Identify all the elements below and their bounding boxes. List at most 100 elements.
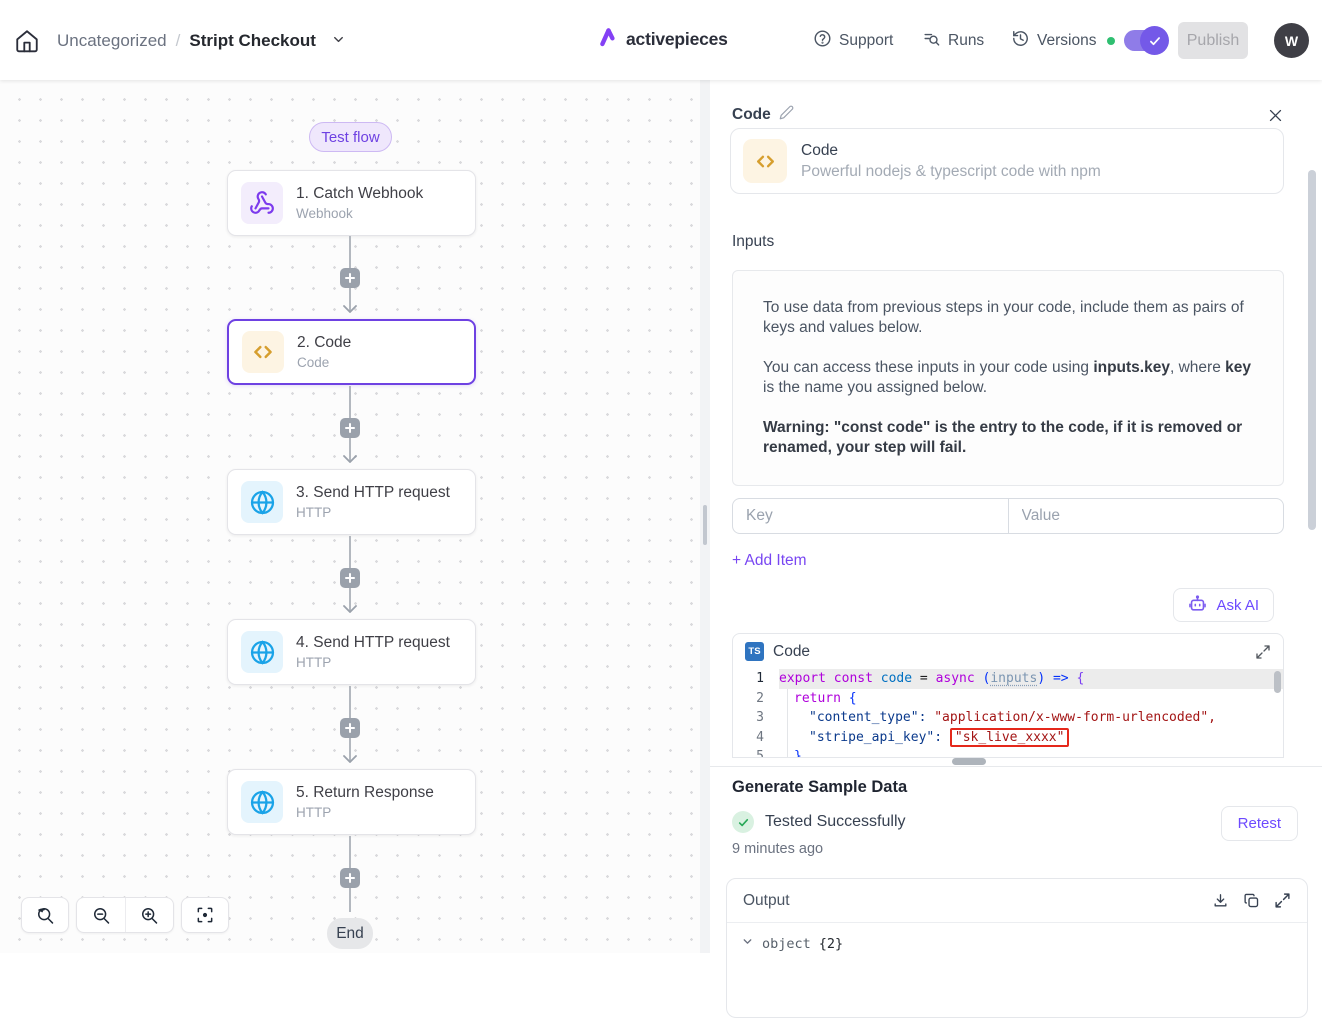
- breadcrumb-category[interactable]: Uncategorized: [57, 31, 167, 51]
- success-check-icon: [732, 811, 754, 833]
- node-subtitle: Code: [297, 355, 351, 370]
- output-tree-row[interactable]: object {2}: [727, 923, 1307, 964]
- avatar[interactable]: W: [1274, 23, 1309, 58]
- expand-icon[interactable]: [1274, 892, 1291, 909]
- nav-runs-label: Runs: [948, 32, 984, 50]
- close-icon[interactable]: [1267, 107, 1284, 129]
- step-card-description: Powerful nodejs & typescript code with n…: [801, 163, 1101, 181]
- panel-resize-handle[interactable]: [700, 80, 710, 953]
- retest-button[interactable]: Retest: [1221, 806, 1298, 841]
- line-number: 1: [733, 669, 779, 689]
- output-box: Output object {2}: [726, 878, 1308, 1018]
- output-node-count: {2}: [819, 936, 843, 952]
- line-number: 5: [733, 747, 779, 758]
- expand-icon[interactable]: [1255, 644, 1271, 660]
- output-node-type: object: [762, 936, 811, 952]
- line-number: 4: [733, 728, 779, 748]
- nav-support[interactable]: Support: [813, 29, 893, 53]
- globe-icon: [241, 481, 283, 523]
- draft-status-dot: [1107, 37, 1115, 45]
- globe-icon: [241, 631, 283, 673]
- copy-icon[interactable]: [1243, 892, 1260, 909]
- resize-grip: [703, 505, 707, 545]
- ask-ai-button[interactable]: Ask AI: [1173, 588, 1274, 622]
- add-item-link[interactable]: + Add Item: [732, 552, 807, 570]
- node-subtitle: HTTP: [296, 805, 434, 820]
- download-icon[interactable]: [1212, 892, 1229, 909]
- node-title: 5. Return Response: [296, 784, 434, 802]
- nav-support-label: Support: [839, 32, 893, 50]
- runs-list-search-icon: [922, 29, 941, 53]
- help-circle-icon: [813, 29, 832, 53]
- flow-name[interactable]: Stript Checkout: [189, 31, 316, 51]
- info-paragraph-2: You can access these inputs in your code…: [763, 358, 1253, 398]
- flow-node-return-response[interactable]: 5. Return Response HTTP: [227, 769, 476, 835]
- inputs-heading: Inputs: [732, 233, 774, 251]
- code-editor-title: Code: [773, 643, 810, 661]
- node-title: 1. Catch Webhook: [296, 185, 423, 203]
- nav-versions[interactable]: Versions: [1011, 29, 1115, 53]
- test-flow-button[interactable]: Test flow: [309, 122, 392, 152]
- add-step-button[interactable]: [340, 418, 360, 438]
- activepieces-logo-icon: [598, 26, 619, 53]
- zoom-out-button[interactable]: [77, 898, 125, 932]
- node-subtitle: Webhook: [296, 206, 423, 221]
- zoom-button-group: [76, 897, 174, 933]
- flow-node-http-4[interactable]: 4. Send HTTP request HTTP: [227, 619, 476, 685]
- arrow-down-icon: [343, 605, 357, 613]
- edit-pencil-icon[interactable]: [779, 105, 794, 125]
- flow-node-http-3[interactable]: 3. Send HTTP request HTTP: [227, 469, 476, 535]
- inputs-info-box: To use data from previous steps in your …: [732, 270, 1284, 486]
- nav-runs[interactable]: Runs: [922, 29, 984, 53]
- add-step-button[interactable]: [340, 868, 360, 888]
- flow-node-code[interactable]: 2. Code Code: [227, 319, 476, 385]
- line-number: 3: [733, 708, 779, 728]
- add-step-button[interactable]: [340, 268, 360, 288]
- add-step-button[interactable]: [340, 718, 360, 738]
- test-status-row: Tested Successfully: [732, 811, 906, 833]
- typescript-badge: TS: [745, 642, 764, 661]
- code-editor[interactable]: TS Code 1 export const code = async (inp…: [732, 633, 1284, 758]
- panel-title: Code: [732, 106, 771, 124]
- home-icon[interactable]: [14, 28, 40, 54]
- step-card-title: Code: [801, 142, 1101, 160]
- zoom-in-button[interactable]: [125, 898, 173, 932]
- flow-enabled-toggle[interactable]: [1124, 30, 1166, 51]
- nav-versions-label: Versions: [1037, 32, 1096, 50]
- flow-node-catch-webhook[interactable]: 1. Catch Webhook Webhook: [227, 170, 476, 236]
- code-icon: [743, 139, 787, 183]
- add-step-button[interactable]: [340, 568, 360, 588]
- flow-end-marker: End: [327, 918, 373, 949]
- info-paragraph-1: To use data from previous steps in your …: [763, 298, 1253, 338]
- redacted-secret-annotation: "sk_live_xxxx": [950, 728, 1070, 747]
- output-title: Output: [743, 892, 790, 910]
- key-input[interactable]: [733, 499, 1008, 533]
- zoom-reset-button[interactable]: [21, 897, 69, 933]
- arrow-down-icon: [343, 755, 357, 763]
- panel-scrollbar-thumb[interactable]: [1308, 170, 1316, 530]
- info-paragraph-warning: Warning: "const code" is the entry to th…: [763, 418, 1253, 458]
- logo-text: activepieces: [626, 29, 728, 50]
- horizontal-scrollbar-thumb[interactable]: [952, 758, 986, 765]
- input-pair-row: [732, 498, 1284, 534]
- fit-view-button[interactable]: [181, 897, 229, 933]
- app-header: Uncategorized / Stript Checkout activepi…: [0, 0, 1322, 80]
- code-lines[interactable]: 1 export const code = async (inputs) => …: [733, 669, 1283, 758]
- generate-sample-data-heading: Generate Sample Data: [732, 778, 907, 797]
- editor-scrollbar-thumb[interactable]: [1274, 671, 1281, 693]
- section-divider: [710, 766, 1322, 767]
- line-number: 2: [733, 689, 779, 709]
- step-settings-panel: Code Code Powerful nodejs & typescript c…: [710, 80, 1322, 953]
- node-title: 4. Send HTTP request: [296, 634, 450, 652]
- publish-button[interactable]: Publish: [1178, 22, 1248, 59]
- arrow-down-icon: [343, 305, 357, 313]
- chevron-down-icon[interactable]: [331, 32, 346, 52]
- code-icon: [242, 331, 284, 373]
- history-icon: [1011, 29, 1030, 53]
- activepieces-logo: activepieces: [598, 26, 728, 53]
- chevron-down-icon[interactable]: [741, 935, 754, 952]
- flow-canvas[interactable]: Test flow 1. Catch Webhook Webhook 2. Co…: [0, 80, 700, 953]
- node-subtitle: HTTP: [296, 655, 450, 670]
- value-input[interactable]: [1009, 499, 1284, 533]
- node-title: 3. Send HTTP request: [296, 484, 450, 502]
